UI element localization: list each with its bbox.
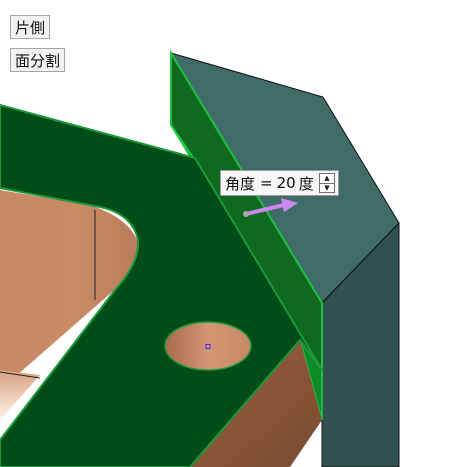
- hole[interactable]: [164, 321, 252, 371]
- single-side-button[interactable]: 片側: [10, 15, 51, 39]
- angle-equals: =: [260, 174, 273, 192]
- angle-unit: 度: [298, 174, 314, 193]
- spinner-down-icon[interactable]: ▼: [320, 184, 334, 193]
- angle-input-box[interactable]: 角度 = 20 度 ▲ ▼: [220, 170, 339, 196]
- angle-label: 角度: [225, 174, 256, 193]
- angle-value[interactable]: 20: [277, 174, 296, 192]
- 3d-viewport[interactable]: [0, 0, 469, 467]
- spinner-up-icon[interactable]: ▲: [320, 174, 334, 184]
- face-split-button[interactable]: 面分割: [10, 48, 66, 72]
- hole-opening[interactable]: [164, 321, 252, 371]
- angle-spinner[interactable]: ▲ ▼: [319, 173, 335, 193]
